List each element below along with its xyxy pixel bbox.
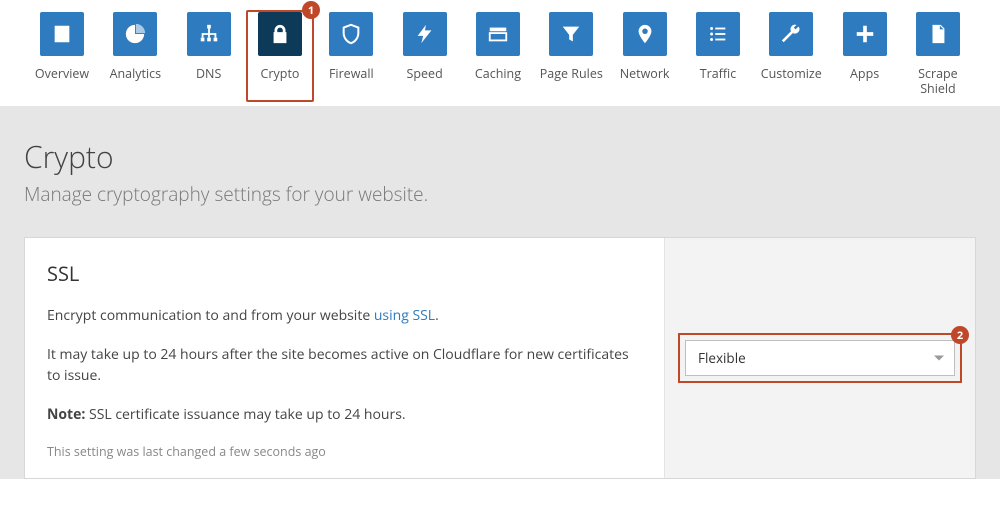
ssl-card: SSL Encrypt communication to and from yo… bbox=[24, 237, 976, 479]
nav-network[interactable]: Network bbox=[611, 12, 679, 96]
nav-label: Customize bbox=[761, 66, 822, 81]
top-nav: Overview Analytics DNS 1 Crypto Firewall… bbox=[0, 0, 1000, 106]
ssl-wait-text: It may take up to 24 hours after the sit… bbox=[47, 344, 642, 386]
nav-label: Apps bbox=[850, 66, 879, 81]
bolt-icon bbox=[403, 12, 447, 56]
nav-label: Scrape Shield bbox=[904, 66, 972, 96]
nav-analytics[interactable]: Analytics bbox=[101, 12, 169, 96]
chevron-down-icon bbox=[934, 356, 944, 361]
caching-icon bbox=[476, 12, 520, 56]
nav-label: Traffic bbox=[700, 66, 737, 81]
ssl-card-side: 2 Flexible bbox=[665, 238, 975, 478]
analytics-icon bbox=[113, 12, 157, 56]
dns-icon bbox=[187, 12, 231, 56]
nav-label: Crypto bbox=[261, 66, 300, 81]
step-badge-1: 1 bbox=[302, 1, 320, 19]
nav-label: Firewall bbox=[329, 66, 374, 81]
ssl-mode-select[interactable]: Flexible bbox=[685, 340, 955, 376]
ssl-desc: Encrypt communication to and from your w… bbox=[47, 305, 642, 326]
nav-speed[interactable]: Speed bbox=[391, 12, 459, 96]
ssl-mode-select-wrap: 2 Flexible bbox=[685, 340, 955, 376]
using-ssl-link[interactable]: using SSL bbox=[374, 306, 435, 325]
note-label: Note: bbox=[47, 405, 85, 424]
nav-label: Speed bbox=[407, 66, 443, 81]
nav-traffic[interactable]: Traffic bbox=[684, 12, 752, 96]
lock-icon bbox=[258, 12, 302, 56]
nav-crypto[interactable]: 1 Crypto bbox=[246, 10, 314, 102]
step-badge-2: 2 bbox=[951, 326, 969, 344]
page-body: Crypto Manage cryptography settings for … bbox=[0, 106, 1000, 479]
nav-apps[interactable]: Apps bbox=[831, 12, 899, 96]
nav-firewall[interactable]: Firewall bbox=[317, 12, 385, 96]
page-title: Crypto bbox=[24, 136, 976, 177]
document-icon bbox=[916, 12, 960, 56]
nav-label: Network bbox=[620, 66, 670, 81]
ssl-card-body: SSL Encrypt communication to and from yo… bbox=[25, 238, 665, 478]
page-subtitle: Manage cryptography settings for your we… bbox=[24, 181, 976, 207]
nav-label: Caching bbox=[475, 66, 521, 81]
list-icon bbox=[696, 12, 740, 56]
nav-label: Overview bbox=[35, 66, 89, 81]
nav-caching[interactable]: Caching bbox=[464, 12, 532, 96]
nav-customize[interactable]: Customize bbox=[757, 12, 825, 96]
shield-icon bbox=[329, 12, 373, 56]
pin-icon bbox=[623, 12, 667, 56]
ssl-note: Note: SSL certificate issuance may take … bbox=[47, 404, 642, 425]
nav-label: DNS bbox=[196, 66, 221, 81]
nav-overview[interactable]: Overview bbox=[28, 12, 96, 96]
nav-dns[interactable]: DNS bbox=[175, 12, 243, 96]
ssl-mode-value: Flexible bbox=[698, 349, 746, 367]
nav-label: Page Rules bbox=[540, 66, 603, 81]
ssl-title: SSL bbox=[47, 260, 642, 287]
overview-icon bbox=[40, 12, 84, 56]
nav-label: Analytics bbox=[110, 66, 162, 81]
ssl-last-changed: This setting was last changed a few seco… bbox=[47, 443, 642, 460]
nav-scrape-shield[interactable]: Scrape Shield bbox=[904, 12, 972, 96]
plus-icon bbox=[843, 12, 887, 56]
funnel-icon bbox=[549, 12, 593, 56]
wrench-icon bbox=[769, 12, 813, 56]
nav-pagerules[interactable]: Page Rules bbox=[537, 12, 605, 96]
